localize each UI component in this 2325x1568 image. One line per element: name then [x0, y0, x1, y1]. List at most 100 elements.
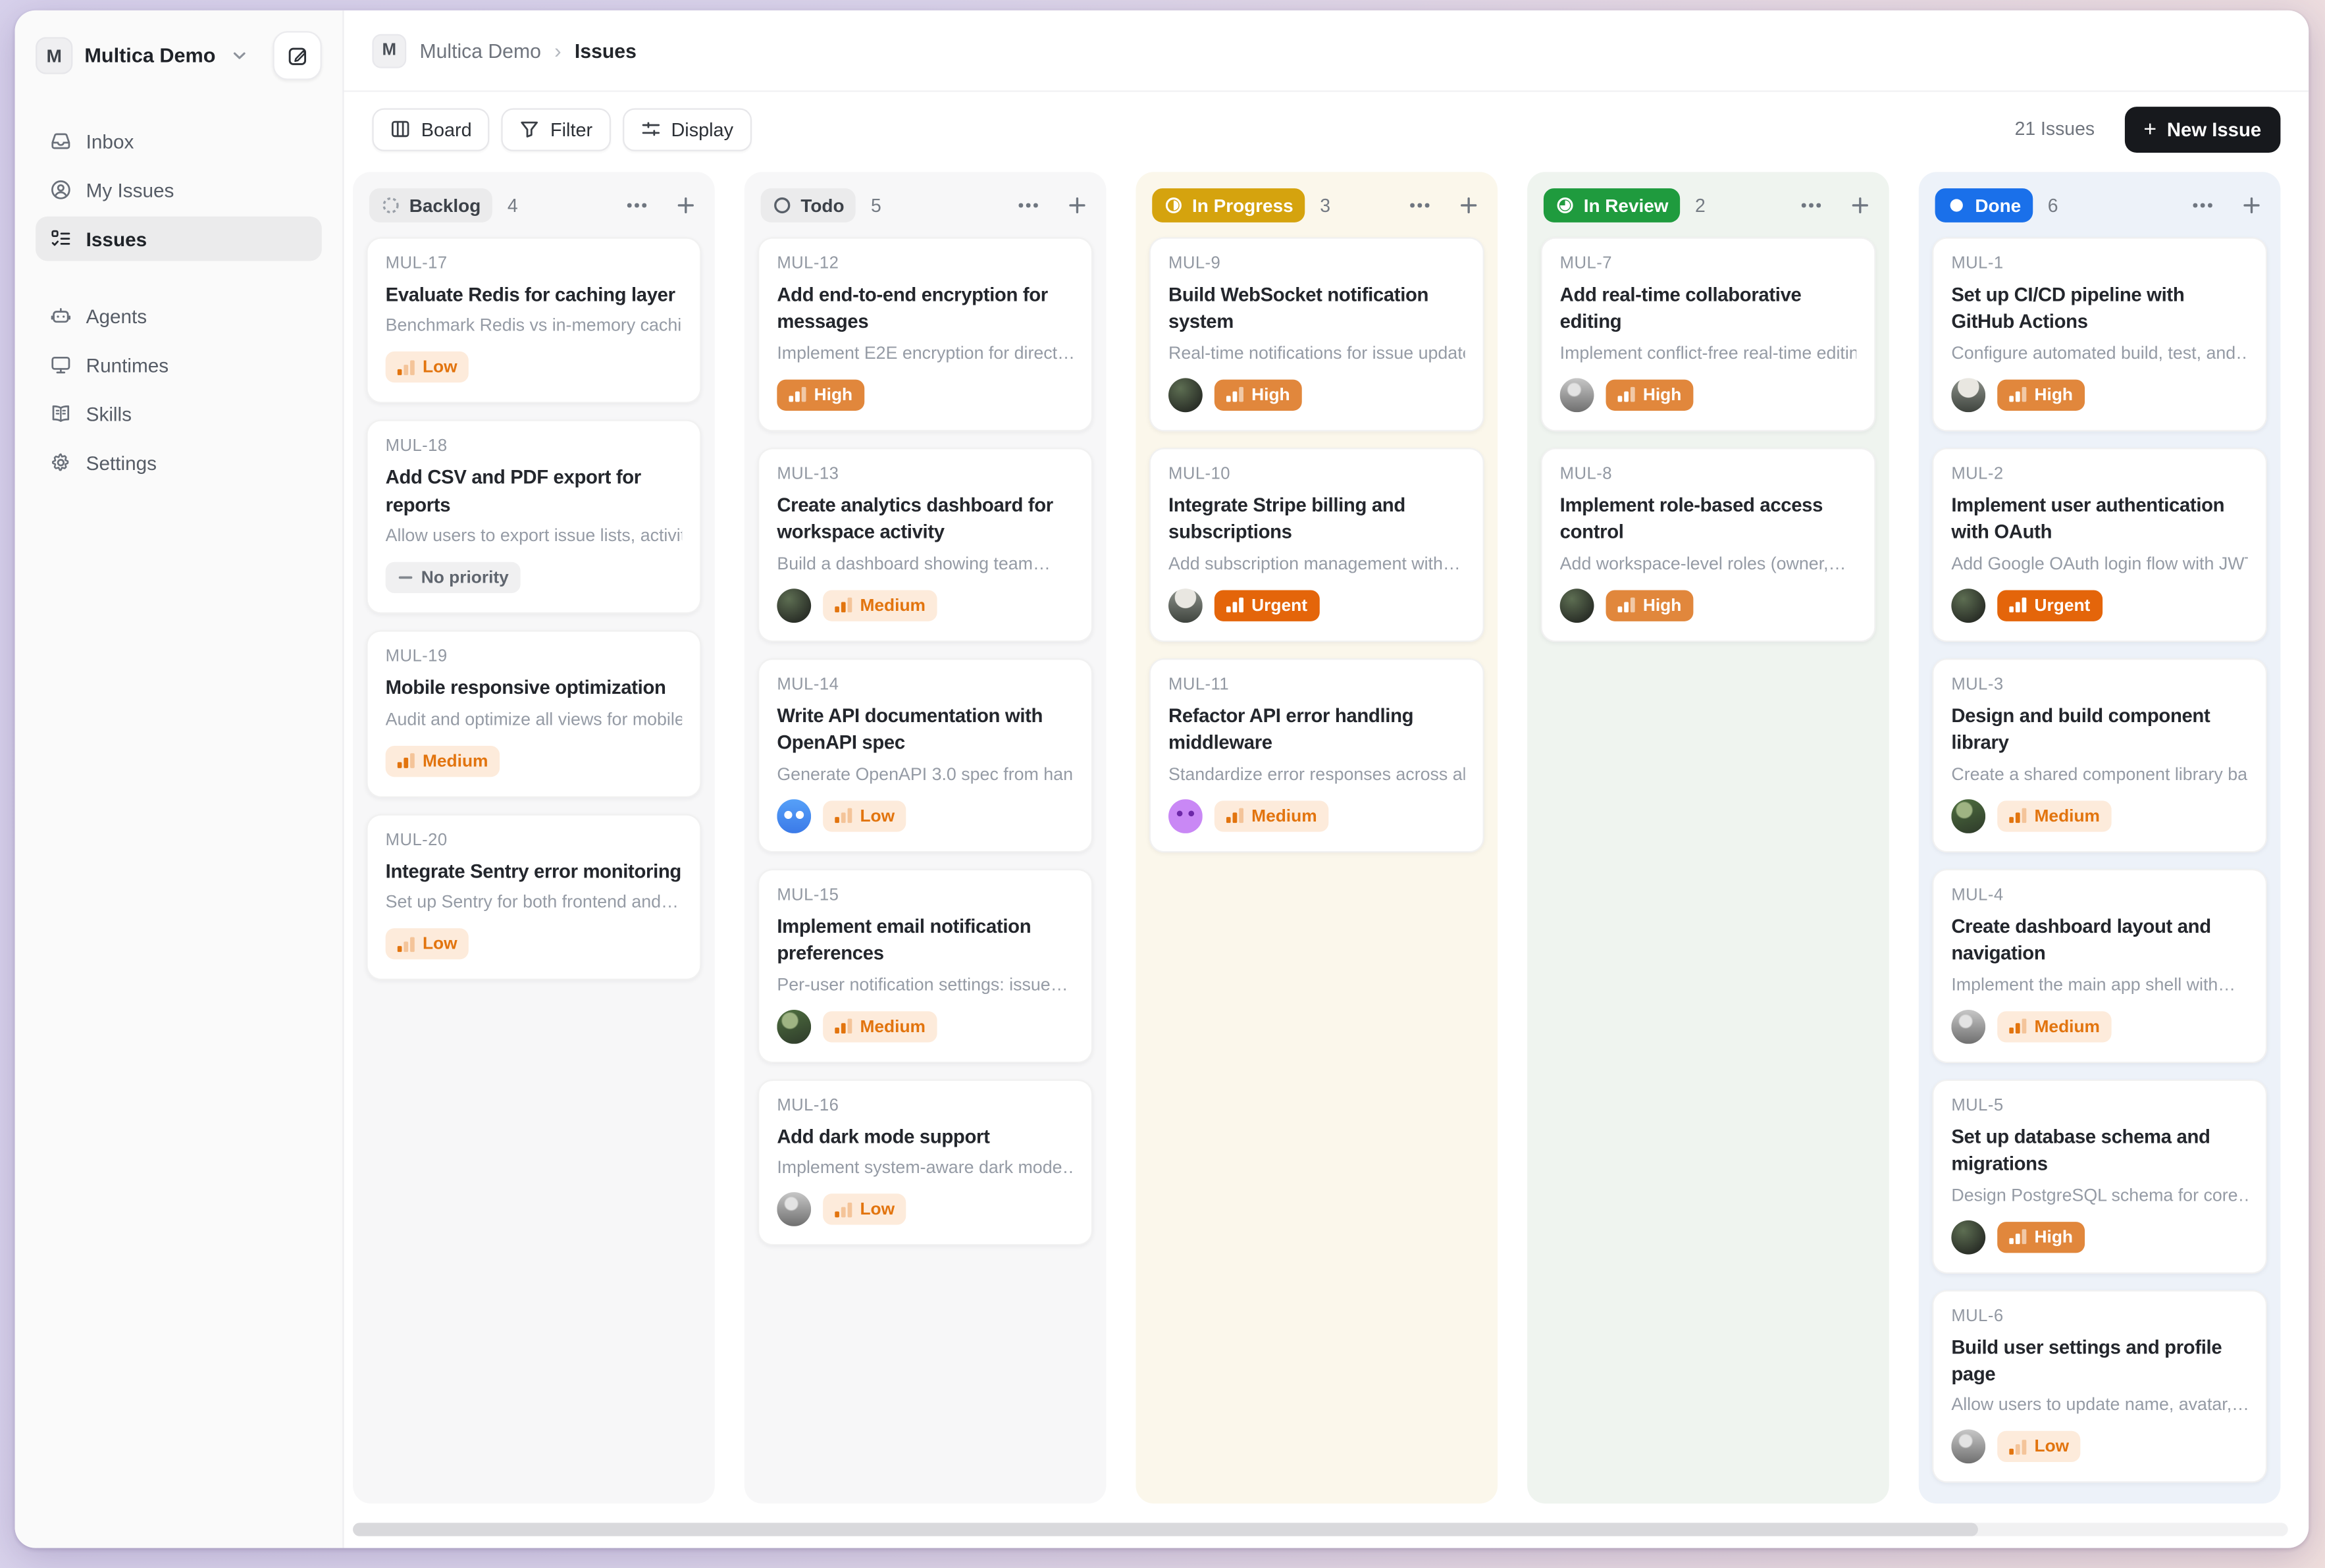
- issue-card-MUL-9[interactable]: MUL-9Build WebSocket notification system…: [1149, 237, 1484, 431]
- new-issue-button[interactable]: + New Issue: [2124, 106, 2280, 152]
- column-add-issue-button[interactable]: [673, 193, 698, 218]
- issue-description: Allow users to export issue lists, activ…: [386, 525, 683, 546]
- filter-button[interactable]: Filter: [502, 107, 610, 150]
- issue-card-MUL-3[interactable]: MUL-3 Design and build component library C…: [1932, 658, 2267, 852]
- column-more-button[interactable]: [2191, 201, 2216, 211]
- issue-id: MUL-6: [1951, 1307, 2248, 1325]
- priority-badge: Urgent: [1997, 590, 2102, 621]
- priority-bars-icon: [398, 752, 415, 770]
- issue-card-MUL-20[interactable]: MUL-20Integrate Sentry error monitoringS…: [366, 814, 701, 980]
- issue-card-MUL-18[interactable]: MUL-18Add CSV and PDF export for reports…: [366, 420, 701, 614]
- column-count: 3: [1320, 195, 1330, 216]
- column-status-pill-todo[interactable]: Todo: [761, 188, 856, 222]
- issue-id: MUL-20: [386, 831, 683, 849]
- column-status-pill-backlog[interactable]: Backlog: [369, 188, 492, 222]
- issue-card-MUL-19[interactable]: MUL-19Mobile responsive optimizationAudi…: [366, 631, 701, 797]
- issue-card-MUL-11[interactable]: MUL-11Refactor API error handling middle…: [1149, 658, 1484, 852]
- issue-description: Audit and optimize all views for mobile…: [386, 708, 683, 729]
- board-column-backlog: Backlog4MUL-17Evaluate Redis for caching…: [353, 172, 715, 1503]
- breadcrumb: M Multica Demo › Issues: [344, 11, 2309, 92]
- issue-title: Build WebSocket notification system: [1168, 282, 1465, 336]
- issue-description: Implement system-aware dark mode…: [777, 1157, 1074, 1178]
- column-status-pill-in-progress[interactable]: In Progress: [1152, 188, 1305, 222]
- column-add-issue-button[interactable]: [1456, 193, 1481, 218]
- workspace-switcher[interactable]: M Multica Demo: [36, 37, 249, 74]
- column-status-pill-done[interactable]: Done: [1935, 188, 2033, 222]
- priority-label: High: [1643, 385, 1681, 404]
- sidebar-item-skills[interactable]: Skills: [36, 392, 322, 436]
- sidebar-item-my-issues[interactable]: My Issues: [36, 168, 322, 213]
- sidebar-item-agents[interactable]: Agents: [36, 294, 322, 338]
- priority-badge: Low: [823, 1193, 906, 1224]
- priority-bars-icon: [1618, 596, 1636, 614]
- horizontal-scrollbar: [353, 1523, 2288, 1536]
- issue-card-MUL-15[interactable]: MUL-15Implement email notification prefe…: [758, 868, 1093, 1062]
- priority-badge: Low: [386, 929, 469, 960]
- issue-card-MUL-13[interactable]: MUL-13Create analytics dashboard for wor…: [758, 448, 1093, 642]
- scrollbar-thumb[interactable]: [353, 1523, 1978, 1536]
- issue-card-footer: High: [1168, 378, 1465, 412]
- board-view-button[interactable]: Board: [372, 107, 489, 150]
- issue-title: Evaluate Redis for caching layer: [386, 282, 683, 309]
- new-issue-compose-button[interactable]: [273, 31, 321, 80]
- issue-card-footer: Low: [386, 927, 683, 961]
- priority-badge: Medium: [386, 746, 500, 777]
- issue-card-MUL-2[interactable]: MUL-2Implement user authentication with …: [1932, 448, 2267, 642]
- issue-title: Integrate Sentry error monitoring: [386, 858, 683, 886]
- issue-description: Real-time notifications for issue update…: [1168, 342, 1465, 363]
- issue-card-MUL-17[interactable]: MUL-17Evaluate Redis for caching layerBe…: [366, 237, 701, 404]
- issue-title: Design and build component library: [1951, 702, 2248, 757]
- column-more-button[interactable]: [1407, 201, 1432, 211]
- display-button[interactable]: Display: [622, 107, 751, 150]
- sidebar-item-label: My Issues: [86, 178, 174, 201]
- assignee-avatar: [777, 588, 811, 623]
- column-more-button[interactable]: [1016, 201, 1041, 211]
- issue-card-MUL-16[interactable]: MUL-16Add dark mode supportImplement sys…: [758, 1079, 1093, 1245]
- issue-title: Implement role-based access control: [1560, 492, 1857, 547]
- column-add-issue-button[interactable]: [1848, 193, 1873, 218]
- priority-label: Medium: [860, 596, 925, 615]
- issue-card-MUL-14[interactable]: MUL-14Write API documentation with OpenA…: [758, 658, 1093, 852]
- issue-card-MUL-4[interactable]: MUL-4Create dashboard layout and navigat…: [1932, 868, 2267, 1062]
- breadcrumb-workspace-avatar: M: [372, 34, 406, 68]
- issue-card-MUL-6[interactable]: MUL-6Build user settings and profile pag…: [1932, 1290, 2267, 1484]
- issue-card-footer: High: [1560, 588, 1857, 623]
- issue-card-footer: Low: [777, 1192, 1074, 1226]
- issue-description: Add workspace-level roles (owner,…: [1560, 553, 1857, 574]
- assignee-avatar: [1951, 1220, 1985, 1254]
- plus-icon: [1459, 196, 1478, 215]
- issue-id: MUL-3: [1951, 676, 2248, 694]
- column-add-issue-button[interactable]: [2239, 193, 2264, 218]
- priority-label: High: [814, 385, 852, 404]
- sidebar-item-settings[interactable]: Settings: [36, 440, 322, 485]
- issue-title: Implement user authentication with OAuth: [1951, 492, 2248, 547]
- sidebar-item-runtimes[interactable]: Runtimes: [36, 342, 322, 387]
- issue-description: Standardize error responses across all…: [1168, 763, 1465, 784]
- sidebar-item-inbox[interactable]: Inbox: [36, 118, 322, 163]
- issue-card-MUL-5[interactable]: MUL-5Set up database schema and migratio…: [1932, 1079, 2267, 1273]
- priority-bars-icon: [1618, 386, 1636, 404]
- priority-badge: High: [1215, 379, 1302, 410]
- no-priority-icon: [398, 570, 414, 587]
- column-more-button[interactable]: [1799, 201, 1824, 211]
- issue-card-MUL-1[interactable]: MUL-1Set up CI/CD pipeline with GitHub A…: [1932, 237, 2267, 431]
- priority-bars-icon: [2009, 1018, 2027, 1035]
- issue-card-MUL-8[interactable]: MUL-8Implement role-based access control…: [1540, 448, 1875, 642]
- issue-title: Add real-time collaborative editing: [1560, 282, 1857, 336]
- issue-description: Create a shared component library base…: [1951, 763, 2248, 784]
- issue-card-MUL-10[interactable]: MUL-10Integrate Stripe billing and subsc…: [1149, 448, 1484, 642]
- issue-card-MUL-7[interactable]: MUL-7Add real-time collaborative editing…: [1540, 237, 1875, 431]
- issue-card-footer: Medium: [777, 588, 1074, 623]
- priority-label: Medium: [2034, 806, 2099, 825]
- column-status-pill-in-review[interactable]: In Review: [1544, 188, 1681, 222]
- column-more-button[interactable]: [625, 201, 650, 211]
- user-circle-icon: [49, 178, 72, 201]
- column-add-issue-button[interactable]: [1064, 193, 1089, 218]
- sidebar-item-issues[interactable]: Issues: [36, 217, 322, 261]
- issue-card-MUL-12[interactable]: MUL-12Add end-to-end encryption for mess…: [758, 237, 1093, 431]
- priority-bars-icon: [398, 359, 415, 377]
- issue-id: MUL-19: [386, 648, 683, 666]
- priority-badge: High: [1606, 590, 1694, 621]
- breadcrumb-workspace[interactable]: Multica Demo: [419, 39, 540, 62]
- plus-icon: [676, 196, 695, 215]
